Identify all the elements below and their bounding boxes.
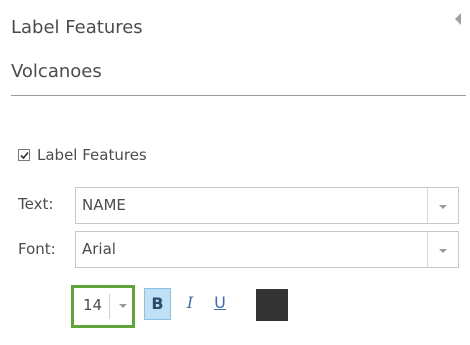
- collapse-arrow-icon[interactable]: [452, 11, 464, 27]
- underline-button[interactable]: U: [211, 288, 229, 320]
- layer-name: Volcanoes: [11, 61, 102, 82]
- divider: [11, 95, 466, 96]
- font-field-label: Font:: [18, 240, 56, 258]
- text-field-select[interactable]: NAME: [75, 187, 459, 224]
- select-separator: [109, 294, 110, 319]
- chevron-down-icon: [119, 304, 127, 308]
- text-field-label: Text:: [18, 195, 54, 213]
- font-size-select[interactable]: 14: [71, 285, 135, 328]
- label-features-panel: Label Features Volcanoes Label Features …: [0, 0, 470, 345]
- select-separator: [427, 188, 428, 223]
- panel-title: Label Features: [11, 17, 143, 38]
- chevron-down-icon: [439, 205, 447, 209]
- label-features-checkbox-label: Label Features: [37, 146, 147, 164]
- bold-button[interactable]: B: [144, 288, 171, 320]
- checkmark-icon: [20, 151, 29, 160]
- text-color-swatch[interactable]: [256, 289, 288, 321]
- font-field-value: Arial: [82, 240, 116, 258]
- font-field-select[interactable]: Arial: [75, 231, 459, 268]
- label-features-toggle[interactable]: Label Features: [18, 144, 147, 166]
- font-size-value: 14: [83, 296, 103, 314]
- label-features-checkbox[interactable]: [18, 149, 30, 161]
- text-field-value: NAME: [82, 196, 126, 214]
- italic-button[interactable]: I: [182, 288, 198, 320]
- select-separator: [427, 232, 428, 267]
- chevron-down-icon: [439, 249, 447, 253]
